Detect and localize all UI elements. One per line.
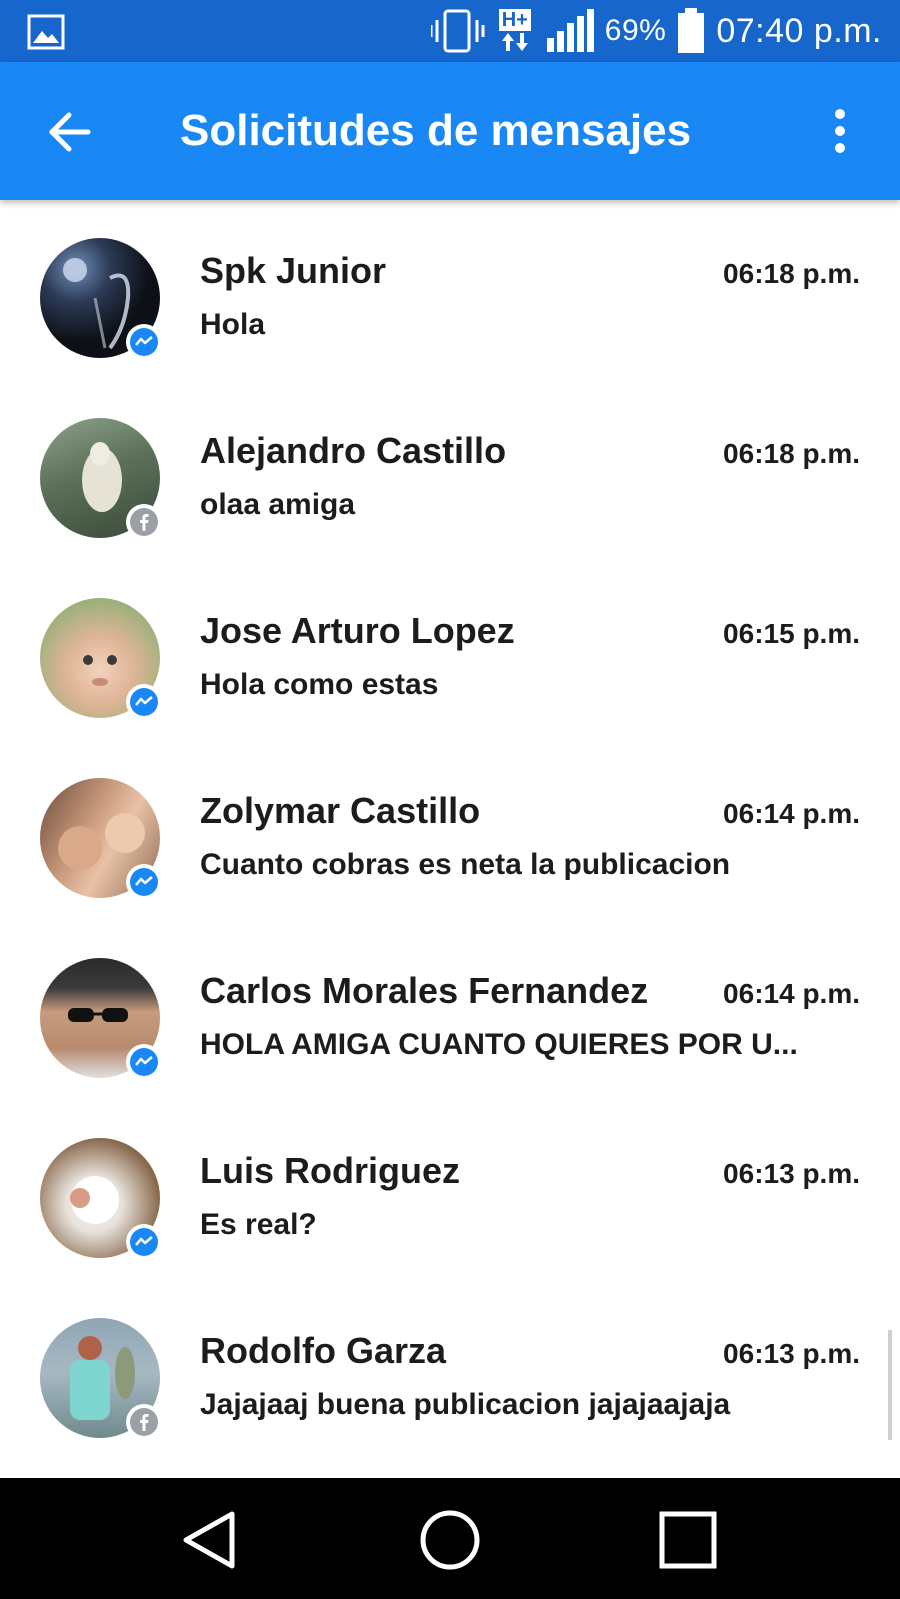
contact-name: Carlos Morales Fernandez bbox=[200, 970, 649, 1011]
message-preview: Jajajaaj buena publicacion jajajaajaja bbox=[200, 1388, 731, 1421]
avatar[interactable] bbox=[40, 1138, 162, 1260]
scrollbar[interactable] bbox=[888, 1330, 892, 1440]
avatar[interactable] bbox=[40, 418, 162, 540]
avatar[interactable] bbox=[40, 958, 162, 1080]
message-preview: Es real? bbox=[200, 1208, 317, 1241]
battery-icon bbox=[678, 8, 705, 53]
list-item[interactable]: Spk Junior 06:18 p.m. Hola bbox=[0, 200, 900, 380]
signal-icon bbox=[546, 9, 594, 52]
more-vertical-icon bbox=[835, 109, 845, 153]
system-nav-bar bbox=[0, 1478, 900, 1599]
arrow-left-icon bbox=[49, 112, 91, 152]
avatar[interactable] bbox=[40, 1318, 162, 1440]
message-time: 06:14 p.m. bbox=[723, 978, 860, 1009]
message-preview: Cuanto cobras es neta la publicacion bbox=[200, 848, 731, 881]
status-bar: H+ 69% 07:40 p.m. bbox=[0, 0, 900, 62]
vibrate-icon bbox=[430, 9, 485, 53]
avatar[interactable] bbox=[40, 598, 162, 720]
nav-back-button[interactable] bbox=[170, 1500, 250, 1580]
list-item[interactable]: Rodolfo Garza 06:13 p.m. Jajajaaj buena … bbox=[0, 1280, 900, 1460]
messenger-icon bbox=[126, 864, 162, 900]
nav-recents-button[interactable] bbox=[648, 1500, 728, 1580]
contact-name: Alejandro Castillo bbox=[200, 430, 507, 471]
messenger-icon bbox=[126, 324, 162, 360]
data-icon: H+ bbox=[495, 9, 535, 53]
message-preview: Hola como estas bbox=[200, 668, 439, 701]
list-item[interactable]: Carlos Morales Fernandez 06:14 p.m. HOLA… bbox=[0, 920, 900, 1100]
message-preview: HOLA AMIGA CUANTO QUIERES POR U... bbox=[200, 1028, 798, 1061]
facebook-icon bbox=[126, 504, 162, 540]
message-time: 06:15 p.m. bbox=[723, 618, 860, 649]
nav-home-button[interactable] bbox=[410, 1500, 490, 1580]
status-time: 07:40 p.m. bbox=[716, 11, 882, 50]
back-triangle-icon bbox=[183, 1511, 235, 1569]
list-item[interactable]: Alejandro Castillo 06:18 p.m. olaa amiga bbox=[0, 380, 900, 560]
contact-name: Rodolfo Garza bbox=[200, 1330, 447, 1371]
page-title: Solicitudes de mensajes bbox=[180, 106, 692, 155]
recents-square-icon bbox=[659, 1511, 717, 1569]
messenger-icon bbox=[126, 684, 162, 720]
battery-percent: 69% bbox=[604, 14, 667, 47]
message-preview: Hola bbox=[200, 308, 266, 341]
image-icon bbox=[27, 14, 65, 50]
list-item[interactable]: Jose Arturo Lopez 06:15 p.m. Hola como e… bbox=[0, 560, 900, 740]
message-time: 06:18 p.m. bbox=[723, 258, 860, 289]
message-time: 06:14 p.m. bbox=[723, 798, 860, 829]
more-options-button[interactable] bbox=[820, 100, 860, 162]
back-button[interactable] bbox=[40, 102, 100, 162]
contact-name: Zolymar Castillo bbox=[200, 790, 481, 831]
messenger-icon bbox=[126, 1224, 162, 1260]
app-bar: Solicitudes de mensajes bbox=[0, 62, 900, 200]
message-preview: olaa amiga bbox=[200, 488, 356, 521]
messenger-icon bbox=[126, 1044, 162, 1080]
home-circle-icon bbox=[420, 1510, 480, 1570]
avatar[interactable] bbox=[40, 778, 162, 900]
contact-name: Luis Rodriguez bbox=[200, 1150, 460, 1191]
message-time: 06:13 p.m. bbox=[723, 1158, 860, 1189]
avatar[interactable] bbox=[40, 238, 162, 360]
status-icons: H+ 69% 07:40 p.m. bbox=[430, 0, 882, 62]
message-time: 06:18 p.m. bbox=[723, 438, 860, 469]
message-requests-list: Spk Junior 06:18 p.m. Hola Alejandro Cas… bbox=[0, 200, 900, 1478]
message-time: 06:13 p.m. bbox=[723, 1338, 860, 1369]
list-item[interactable]: Luis Rodriguez 06:13 p.m. Es real? bbox=[0, 1100, 900, 1280]
contact-name: Jose Arturo Lopez bbox=[200, 610, 515, 651]
list-item[interactable]: Zolymar Castillo 06:14 p.m. Cuanto cobra… bbox=[0, 740, 900, 920]
contact-name: Spk Junior bbox=[200, 250, 387, 291]
network-type: H+ bbox=[498, 9, 531, 31]
facebook-icon bbox=[126, 1404, 162, 1440]
